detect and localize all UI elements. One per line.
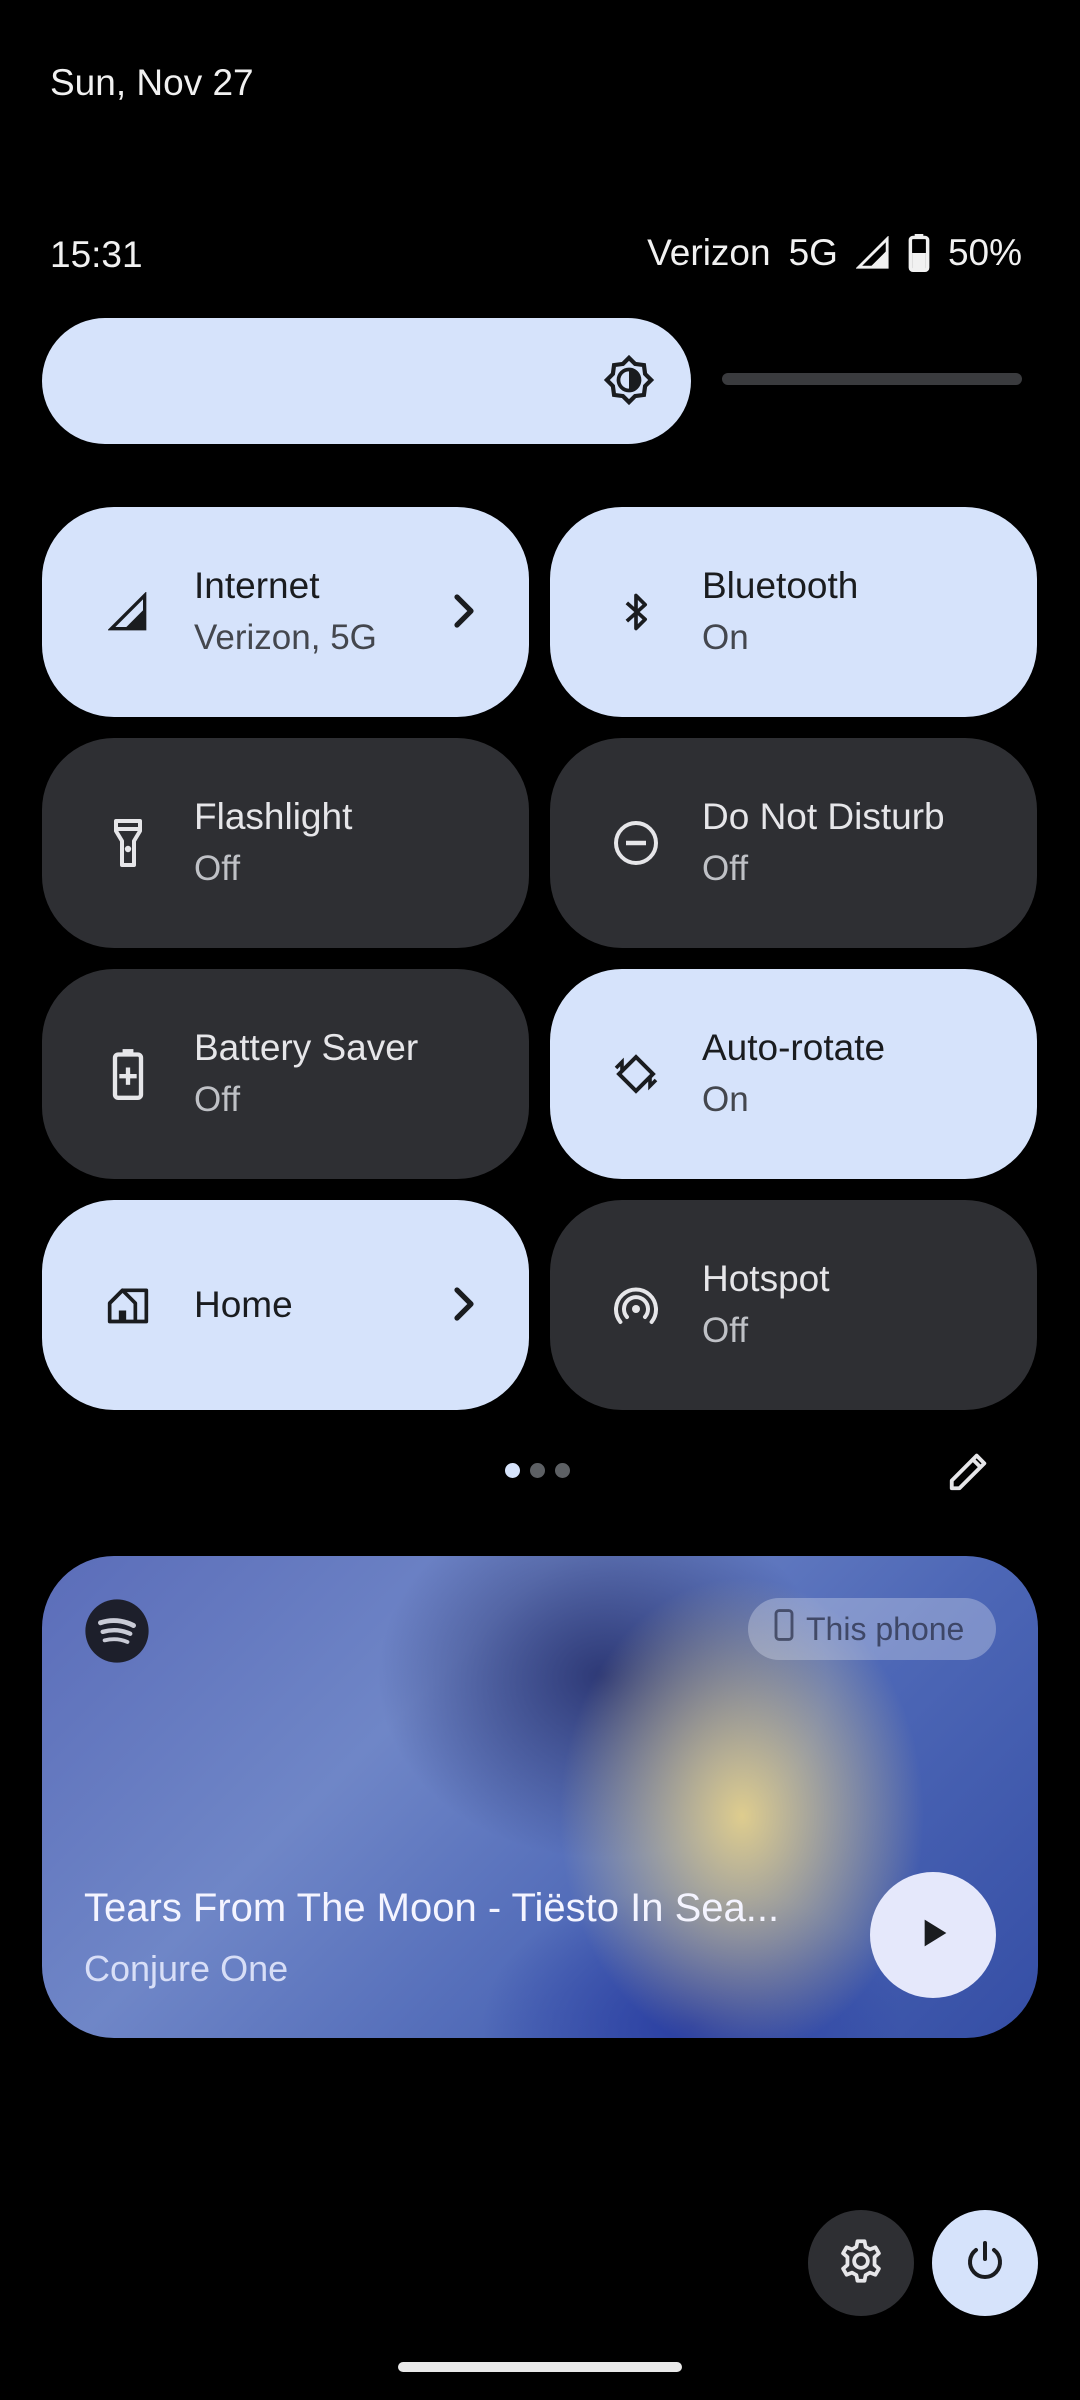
status-bar: Verizon 5G 50% — [647, 232, 1022, 274]
battery-saver-icon — [104, 1049, 152, 1100]
play-icon — [913, 1913, 953, 1958]
battery-percent: 50% — [947, 232, 1022, 273]
hotspot-icon — [612, 1281, 660, 1329]
auto-rotate-icon — [612, 1050, 660, 1098]
tile-title: Home — [194, 1284, 293, 1325]
output-device-chip[interactable]: This phone — [748, 1598, 996, 1660]
brightness-track[interactable] — [722, 373, 1022, 385]
clock-time: 15:31 — [50, 234, 143, 275]
edit-button[interactable] — [946, 1448, 992, 1499]
battery-icon — [908, 234, 930, 272]
play-button[interactable] — [870, 1872, 996, 1998]
flashlight-icon — [104, 819, 152, 867]
gear-icon — [836, 2236, 886, 2291]
tile-title: Bluetooth — [702, 565, 859, 606]
tile-subtitle: Off — [194, 1080, 241, 1119]
tile-flashlight[interactable]: Flashlight Off — [42, 738, 529, 948]
tile-hotspot[interactable]: Hotspot Off — [550, 1200, 1037, 1410]
tile-auto-rotate[interactable]: Auto-rotate On — [550, 969, 1037, 1179]
tile-title: Flashlight — [194, 796, 353, 837]
tile-home[interactable]: Home — [42, 1200, 529, 1410]
tile-title: Auto-rotate — [702, 1027, 886, 1068]
page-indicator — [505, 1463, 570, 1478]
home-icon — [104, 1281, 152, 1329]
tile-battery-saver[interactable]: Battery Saver Off — [42, 969, 529, 1179]
spotify-icon — [84, 1598, 150, 1669]
cell-signal-icon — [855, 236, 890, 270]
brightness-icon — [601, 352, 657, 413]
tile-subtitle: Verizon, 5G — [194, 618, 377, 657]
tile-subtitle: Off — [194, 849, 241, 888]
page-dot — [505, 1463, 520, 1478]
date-text: Sun, Nov 27 — [50, 62, 254, 103]
pencil-icon — [946, 1453, 992, 1498]
tile-subtitle: On — [702, 618, 749, 657]
signal-icon — [104, 588, 152, 636]
chevron-right-icon — [445, 1280, 485, 1333]
chevron-right-icon — [445, 587, 485, 640]
output-device-label: This phone — [806, 1610, 965, 1647]
tile-title: Internet — [194, 565, 320, 606]
tile-internet[interactable]: Internet Verizon, 5G — [42, 507, 529, 717]
tile-title: Do Not Disturb — [702, 796, 945, 837]
tile-subtitle: Off — [702, 849, 749, 888]
brightness-fill[interactable] — [42, 318, 691, 444]
tile-do-not-disturb[interactable]: Do Not Disturb Off — [550, 738, 1037, 948]
bluetooth-icon — [612, 588, 660, 636]
network-type: 5G — [788, 232, 838, 273]
page-dot — [530, 1463, 545, 1478]
gesture-nav-bar[interactable] — [398, 2362, 682, 2372]
carrier-name: Verizon — [647, 232, 771, 273]
tile-title: Battery Saver — [194, 1027, 419, 1068]
phone-icon — [774, 1609, 794, 1649]
tile-subtitle: Off — [702, 1311, 749, 1350]
power-button[interactable] — [932, 2210, 1038, 2316]
page-dot — [555, 1463, 570, 1478]
power-icon — [961, 2237, 1009, 2290]
tile-title: Hotspot — [702, 1258, 830, 1299]
media-player-card[interactable]: This phone Tears From The Moon - Tiësto … — [42, 1556, 1038, 2038]
artist-name: Conjure One — [84, 1948, 289, 1989]
settings-button[interactable] — [808, 2210, 914, 2316]
tile-subtitle: On — [702, 1080, 749, 1119]
song-title: Tears From The Moon - Tiësto In Sea... — [84, 1886, 780, 1930]
brightness-slider[interactable] — [42, 318, 1022, 444]
do-not-disturb-icon — [612, 819, 660, 867]
tile-bluetooth[interactable]: Bluetooth On — [550, 507, 1037, 717]
